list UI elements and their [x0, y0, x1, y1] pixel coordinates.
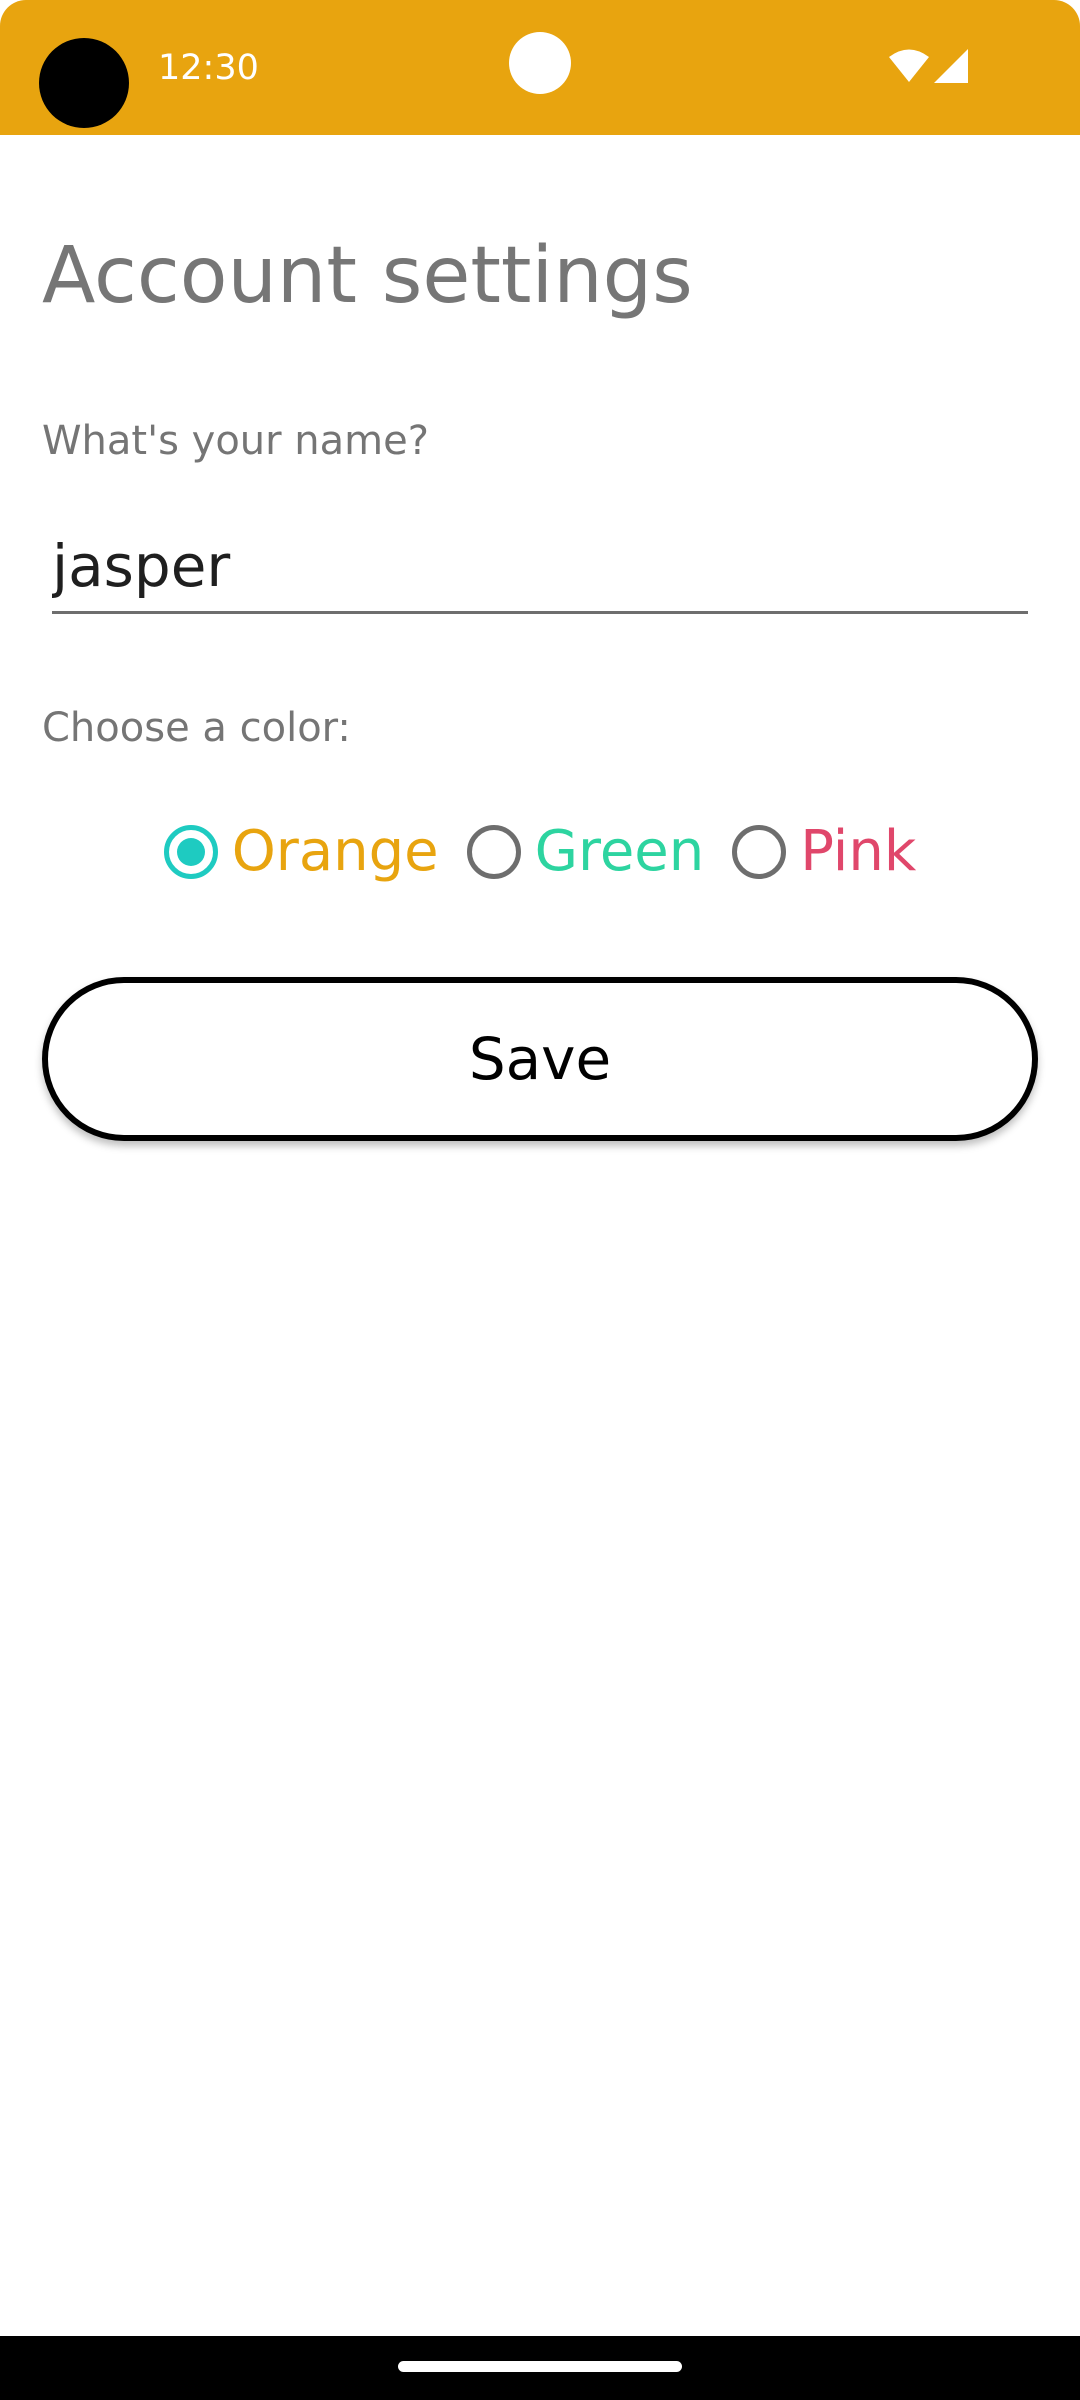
- radio-option-orange[interactable]: Orange: [163, 817, 439, 887]
- signal-icon: [934, 49, 968, 83]
- radio-button-checked-icon[interactable]: [163, 825, 218, 879]
- camera-cutout: [509, 32, 571, 94]
- wifi-icon: [889, 49, 929, 82]
- status-time: 12:30: [158, 48, 259, 88]
- color-choice-label: Choose a color:: [42, 705, 351, 751]
- radio-button-unchecked-icon[interactable]: [732, 825, 787, 879]
- color-radio-group: Orange Green Pink: [0, 812, 1080, 892]
- navigation-bar: [0, 2336, 1080, 2400]
- radio-option-green[interactable]: Green: [466, 817, 705, 887]
- radio-label-orange[interactable]: Orange: [232, 817, 439, 887]
- radio-label-green[interactable]: Green: [535, 817, 705, 887]
- home-indicator[interactable]: [398, 2361, 682, 2372]
- radio-option-pink[interactable]: Pink: [732, 817, 916, 887]
- page-title: Account settings: [42, 231, 693, 321]
- camera-icon: [39, 38, 129, 128]
- name-input[interactable]: [52, 520, 1028, 614]
- save-button[interactable]: Save: [42, 977, 1038, 1141]
- radio-button-unchecked-icon[interactable]: [466, 825, 521, 879]
- status-bar: 12:30: [0, 0, 1080, 135]
- radio-label-pink[interactable]: Pink: [800, 817, 916, 887]
- name-field-label: What's your name?: [42, 418, 429, 464]
